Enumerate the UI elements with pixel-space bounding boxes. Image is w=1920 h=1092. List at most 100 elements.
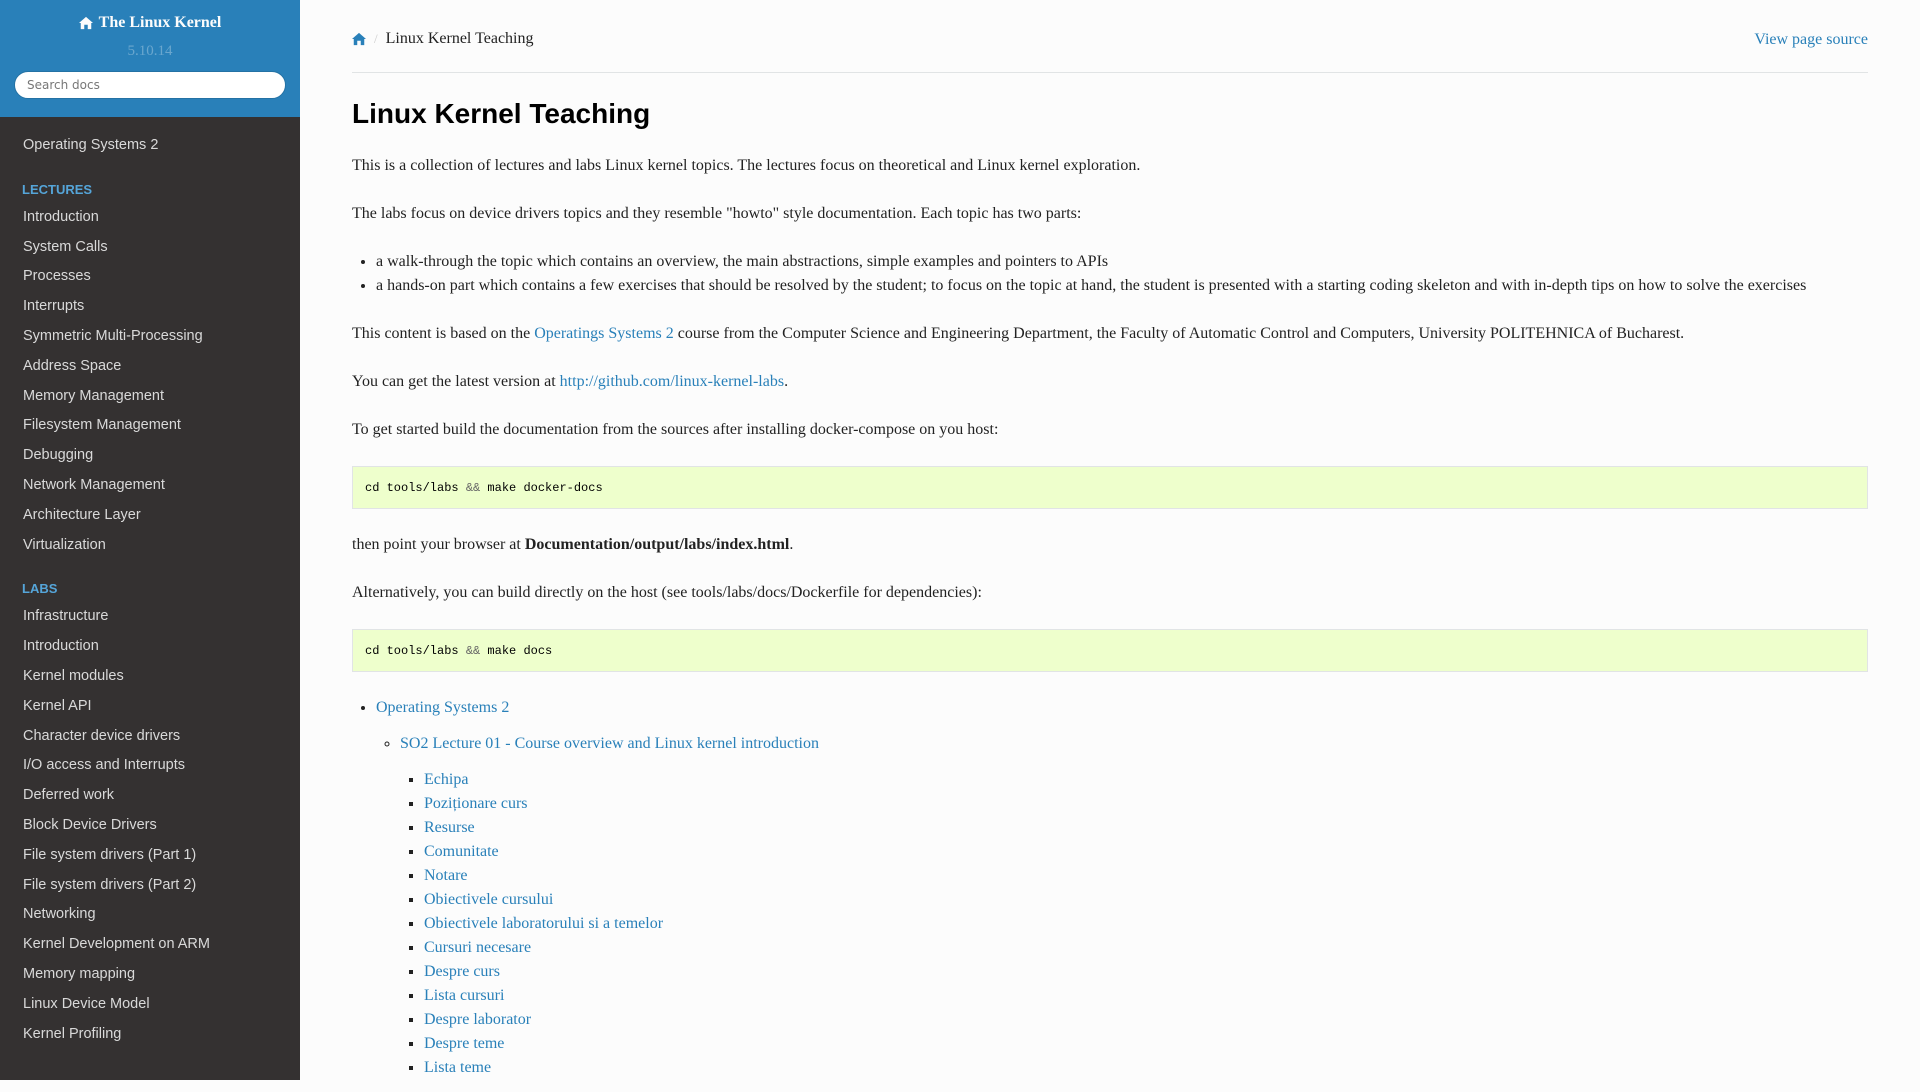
sidebar-item-labs-kernel-modules[interactable]: Kernel modules [0, 662, 300, 692]
view-page-source-link[interactable]: View page source [1754, 31, 1868, 49]
toc-item: Comunitate [424, 840, 1868, 864]
code-operator: && [465, 643, 481, 658]
toc-link-comunitate[interactable]: Comunitate [424, 843, 499, 860]
breadcrumb-separator: / [374, 31, 378, 46]
sidebar-item-lectures-symmetric-multi-processing[interactable]: Symmetric Multi-Processing [0, 322, 300, 352]
toc-link-despre-curs[interactable]: Despre curs [424, 963, 500, 980]
breadcrumb-current: Linux Kernel Teaching [385, 30, 534, 47]
sidebar-item-lectures-debugging[interactable]: Debugging [0, 441, 300, 471]
sidebar-item-labs-kernel-development-on-arm[interactable]: Kernel Development on ARM [0, 930, 300, 960]
toc-item: Despre laborator [424, 1008, 1868, 1032]
sidebar-item-operating-systems-2[interactable]: Operating Systems 2 [0, 131, 300, 161]
table-of-contents: Operating Systems 2 SO2 Lecture 01 - Cou… [352, 696, 1868, 1080]
sidebar-item-lectures-virtualization[interactable]: Virtualization [0, 531, 300, 561]
sidebar-item-lectures-memory-management[interactable]: Memory Management [0, 382, 300, 412]
sidebar-item-lectures-processes[interactable]: Processes [0, 262, 300, 292]
toc-link-so2-lecture-01[interactable]: SO2 Lecture 01 - Course overview and Lin… [400, 735, 819, 752]
text: . [784, 373, 789, 390]
sidebar-item-labs-memory-mapping[interactable]: Memory mapping [0, 960, 300, 990]
toc-link-obiectivele-laboratorului-si-a-temelor[interactable]: Obiectivele laboratorului si a temelor [424, 915, 663, 932]
sidebar-header: The Linux Kernel 5.10.14 [0, 0, 300, 117]
main-content: / Linux Kernel Teaching View page source… [352, 0, 1868, 1092]
list-item: a walk-through the topic which contains … [376, 250, 1868, 274]
sidebar-item-lectures-architecture-layer[interactable]: Architecture Layer [0, 501, 300, 531]
project-title: The Linux Kernel [98, 14, 222, 31]
toc-item: Poziționare curs [424, 792, 1868, 816]
code-text: cd tools/labs [365, 480, 466, 495]
sidebar-item-lectures-introduction[interactable]: Introduction [0, 203, 300, 233]
sidebar-item-labs-networking[interactable]: Networking [0, 900, 300, 930]
toc-item: Lista teme [424, 1056, 1868, 1080]
sidebar-item-lectures-filesystem-management[interactable]: Filesystem Management [0, 411, 300, 441]
sidebar-nav: Operating Systems 2 LECTURES Introductio… [0, 117, 300, 1049]
page-title: Linux Kernel Teaching [352, 98, 651, 129]
sidebar-item-labs-file-system-drivers-part-1[interactable]: File system drivers (Part 1) [0, 841, 300, 871]
code-text: make docs [480, 643, 553, 658]
lectures-list: Introduction System Calls Processes Interru… [0, 203, 300, 561]
toc-item: Cursuri necesare [424, 936, 1868, 960]
toc-link-despre-teme[interactable]: Despre teme [424, 1035, 504, 1052]
sidebar-item-lectures-interrupts[interactable]: Interrupts [0, 292, 300, 322]
intro-paragraph: This is a collection of lectures and lab… [352, 157, 1141, 174]
output-path: Documentation/output/labs/index.html [524, 536, 790, 553]
code-block-docs: cd tools/labs && make docs [352, 629, 1868, 672]
get-started-paragraph: To get started build the documentation f… [352, 421, 999, 438]
toc-link-resurse[interactable]: Resurse [424, 819, 475, 836]
sidebar-item-lectures-address-space[interactable]: Address Space [0, 352, 300, 382]
sidebar-item-labs-i-o-access-and-interrupts[interactable]: I/O access and Interrupts [0, 751, 300, 781]
toc-link-despre-laborator[interactable]: Despre laborator [424, 1011, 531, 1028]
sidebar-item-lectures-network-management[interactable]: Network Management [0, 471, 300, 501]
sidebar-item-lectures-system-calls[interactable]: System Calls [0, 233, 300, 263]
toc-item: Obiectivele laboratorului si a temelor [424, 912, 1868, 936]
based-on-paragraph: This content is based on the Operatings … [352, 322, 1868, 346]
sidebar-item-labs-block-device-drivers[interactable]: Block Device Drivers [0, 811, 300, 841]
code-text: make docker-docs [480, 480, 603, 495]
sidebar-item-labs-introduction[interactable]: Introduction [0, 632, 300, 662]
home-icon [352, 32, 366, 46]
toc-item: Notare [424, 864, 1868, 888]
toc-sublist: Echipa Poziționare curs Resurse Comunitate N… [400, 768, 1868, 1080]
text: then point your browser at [352, 536, 525, 553]
sidebar-item-labs-linux-device-model[interactable]: Linux Device Model [0, 990, 300, 1020]
sidebar-item-labs-kernel-api[interactable]: Kernel API [0, 692, 300, 722]
sidebar-item-labs-file-system-drivers-part-2[interactable]: File system drivers (Part 2) [0, 871, 300, 901]
text: This content is based on the [352, 325, 535, 342]
text: course from the Computer Science and Eng… [673, 325, 1685, 342]
sidebar-item-labs-kernel-profiling[interactable]: Kernel Profiling [0, 1020, 300, 1050]
search-input[interactable] [14, 71, 286, 99]
code-text: cd tools/labs [365, 643, 466, 658]
toc-link-pozi-ionare-curs[interactable]: Poziționare curs [424, 795, 528, 812]
toc-link-cursuri-necesare[interactable]: Cursuri necesare [424, 939, 531, 956]
toc-link-obiectivele-cursului[interactable]: Obiectivele cursului [424, 891, 553, 908]
breadcrumb-home-link[interactable] [352, 32, 366, 46]
toc-item: Obiectivele cursului [424, 888, 1868, 912]
project-home-link[interactable]: The Linux Kernel [78, 14, 222, 32]
labs-list: Infrastructure Introduction Kernel modules… [0, 602, 300, 1049]
text: You can get the latest version at [352, 373, 560, 390]
toc-item: Despre curs [424, 960, 1868, 984]
toc-link-operating-systems-2[interactable]: Operating Systems 2 [376, 699, 509, 716]
code-block-docker-docs: cd tools/labs && make docker-docs [352, 466, 1868, 509]
sidebar-item-labs-deferred-work[interactable]: Deferred work [0, 781, 300, 811]
sidebar-item-labs-infrastructure[interactable]: Infrastructure [0, 602, 300, 632]
list-item: a hands-on part which contains a few exe… [376, 274, 1868, 298]
topic-parts-list: a walk-through the topic which contains … [352, 250, 1868, 298]
github-link[interactable]: http://github.com/linux-kernel-labs [560, 373, 784, 390]
sidebar-item-labs-character-device-drivers[interactable]: Character device drivers [0, 722, 300, 752]
toc-item: Resurse [424, 816, 1868, 840]
alternative-paragraph: Alternatively, you can build directly on… [352, 584, 982, 601]
code-operator: && [465, 480, 481, 495]
latest-version-paragraph: You can get the latest version at http:/… [352, 370, 1868, 394]
version-label: 5.10.14 [127, 43, 173, 59]
browser-paragraph: then point your browser at Documentation… [352, 533, 1868, 557]
labs-paragraph: The labs focus on device drivers topics … [352, 205, 1082, 222]
operating-systems-2-link[interactable]: Operatings Systems 2 [534, 325, 674, 342]
toc-link-lista-cursuri[interactable]: Lista cursuri [424, 987, 504, 1004]
toc-link-lista-teme[interactable]: Lista teme [424, 1059, 491, 1076]
toc-link-notare[interactable]: Notare [424, 867, 468, 884]
toc-link-echipa[interactable]: Echipa [424, 771, 468, 788]
home-icon [78, 16, 93, 30]
toc-item: Operating Systems 2 SO2 Lecture 01 - Cou… [376, 696, 1868, 1080]
toc-item: Echipa [424, 768, 1868, 792]
toc-item: Lista cursuri [424, 984, 1868, 1008]
